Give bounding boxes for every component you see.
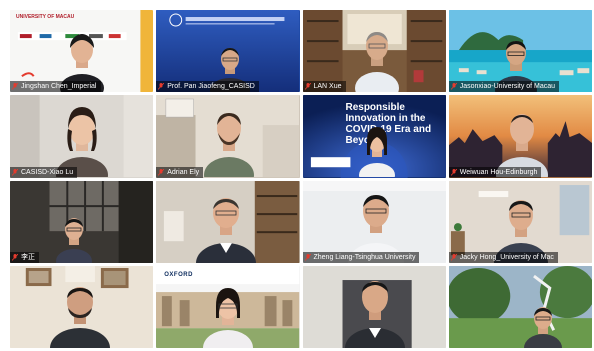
video-tile[interactable]: Weiwuan Hou-Edinburgh — [448, 95, 592, 178]
participant-video — [358, 127, 395, 178]
mic-muted-icon — [450, 83, 457, 91]
participant-name-label: Weiwuan Hou-Edinburgh — [448, 166, 542, 178]
video-tile[interactable] — [448, 265, 592, 348]
mic-muted-icon — [304, 83, 311, 91]
oxford-wordmark: OXFORD — [164, 271, 193, 278]
video-tile[interactable]: Prof. Pan Jiaofeng_CASISD — [156, 10, 300, 93]
participant-name: Jacky Hong_University of Mac — [459, 253, 554, 261]
participant-name-label: LAN Xue — [302, 81, 346, 93]
participant-name: CASISD-Xiao Lu — [21, 168, 74, 176]
participant-video — [204, 113, 255, 178]
mic-muted-icon — [158, 83, 165, 91]
video-tile[interactable]: Zheng Liang-Tsinghua University — [302, 180, 446, 263]
participant-name: 李正 — [21, 253, 35, 261]
participant-video — [50, 286, 110, 348]
participant-name: Adrian Ely — [167, 168, 200, 176]
participant-video — [203, 287, 254, 348]
participant-name: LAN Xue — [313, 83, 342, 91]
participant-name: Jingshan Chen_Imperial — [21, 83, 97, 91]
mic-muted-icon — [12, 83, 18, 91]
participant-name-label: 李正 — [10, 251, 39, 263]
participant-name: Zheng Liang-Tsinghua University — [313, 253, 416, 261]
mic-muted-icon — [12, 253, 18, 261]
video-tile[interactable]: Adrian Ely — [156, 95, 300, 178]
video-tile[interactable] — [156, 180, 300, 263]
video-tile[interactable]: Jacky Hong_University of Mac — [448, 180, 592, 263]
mic-muted-icon — [12, 168, 18, 176]
video-tile[interactable] — [302, 265, 446, 348]
participant-name-label: Jingshan Chen_Imperial — [10, 81, 101, 93]
video-tile[interactable]: LAN Xue — [302, 10, 446, 93]
video-tile[interactable] — [10, 265, 154, 348]
participant-name: Weiwuan Hou-Edinburgh — [459, 168, 538, 176]
participant-video — [523, 306, 562, 348]
video-tile[interactable]: Jasonxiao-University of Macau — [448, 10, 592, 93]
participant-name-label: Prof. Pan Jiaofeng_CASISD — [156, 81, 259, 93]
slide-title: UNIVERSITY OF MACAU — [16, 14, 75, 20]
participant-name: Prof. Pan Jiaofeng_CASISD — [167, 83, 255, 91]
participant-name-label: Jasonxiao-University of Macau — [448, 81, 560, 93]
tile-background — [448, 265, 592, 348]
participant-video — [354, 32, 399, 92]
video-tile[interactable]: 李正 — [10, 180, 154, 263]
mic-muted-icon — [304, 253, 311, 261]
participant-name-label: Zheng Liang-Tsinghua University — [302, 251, 420, 263]
mic-muted-icon — [158, 168, 165, 176]
participant-name-label: Adrian Ely — [156, 166, 204, 178]
video-tile[interactable]: CASISD-Xiao Lu — [10, 95, 154, 178]
video-grid: UNIVERSITY OF MACAU Jingshan Chen_Imperi… — [10, 10, 592, 348]
mic-muted-icon — [450, 253, 457, 261]
video-tile[interactable]: UNIVERSITY OF MACAU Jingshan Chen_Imperi… — [10, 10, 154, 93]
participant-video — [196, 197, 257, 263]
video-tile[interactable]: OXFORD — [156, 265, 300, 348]
participant-video — [56, 217, 92, 263]
participant-name-label: CASISD-Xiao Lu — [10, 166, 78, 178]
participant-video — [344, 280, 405, 348]
mic-muted-icon — [450, 168, 457, 176]
participant-name-label: Jacky Hong_University of Mac — [448, 251, 558, 263]
video-tile[interactable]: Responsible Innovation in the COVID-19 E… — [302, 95, 446, 178]
participant-name: Jasonxiao-University of Macau — [459, 83, 556, 91]
